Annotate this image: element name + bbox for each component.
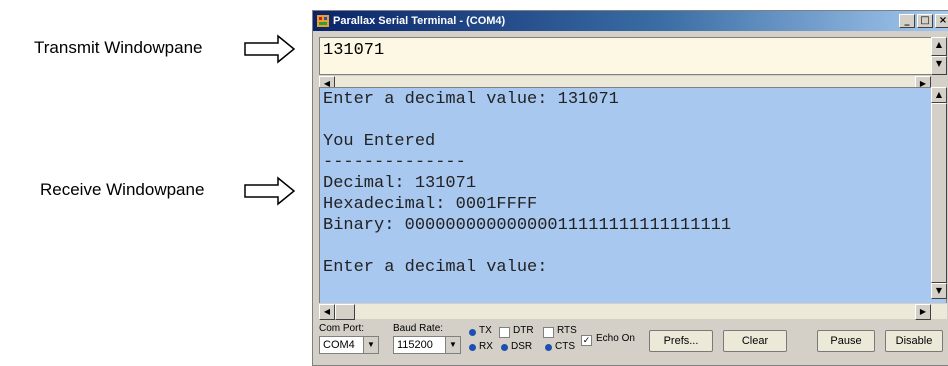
rts-label: RTS <box>557 325 577 336</box>
clear-button[interactable]: Clear <box>723 330 787 352</box>
parallax-app-icon <box>317 15 329 27</box>
scroll-up-icon[interactable]: ▲ <box>931 87 947 103</box>
receive-vscrollbar[interactable]: ▲ ▼ <box>931 87 947 299</box>
baud-rate-select[interactable]: 115200 ▼ <box>393 336 461 354</box>
receive-line: You Entered <box>323 132 436 151</box>
scroll-thumb[interactable] <box>931 103 947 283</box>
chevron-down-icon[interactable]: ▼ <box>445 337 460 353</box>
window-title: Parallax Serial Terminal - (COM4) <box>333 15 506 27</box>
com-port-select[interactable]: COM4 ▼ <box>319 336 379 354</box>
receive-line: Enter a decimal value: 131071 <box>323 90 619 109</box>
baud-rate-value: 115200 <box>397 339 433 351</box>
receive-windowpane-label: Receive Windowpane <box>40 180 205 199</box>
chevron-down-icon[interactable]: ▼ <box>363 337 378 353</box>
close-button[interactable]: × <box>935 14 948 28</box>
rx-led-icon <box>469 344 476 351</box>
cts-label: CTS <box>555 341 575 352</box>
receive-line: Decimal: 131071 <box>323 174 477 193</box>
receive-line: Hexadecimal: 0001FFFF <box>323 195 538 214</box>
transmit-text[interactable]: 131071 <box>323 41 384 60</box>
serial-terminal-window: Parallax Serial Terminal - (COM4) _ □ × … <box>312 10 948 366</box>
scroll-right-icon[interactable]: ▶ <box>915 304 931 320</box>
rx-label: RX <box>479 341 493 352</box>
com-port-label: Com Port: <box>319 323 365 334</box>
scroll-up-icon[interactable]: ▲ <box>931 37 947 56</box>
scroll-thumb[interactable] <box>335 304 355 320</box>
dsr-led-icon <box>501 344 508 351</box>
baud-rate-label: Baud Rate: <box>393 323 444 334</box>
transmit-arrow-icon <box>244 34 296 64</box>
receive-hscrollbar[interactable]: ◀ ▶ <box>319 303 947 320</box>
receive-pane[interactable]: Enter a decimal value: 131071 You Entere… <box>319 87 947 319</box>
echo-on-label: Echo On <box>596 333 635 344</box>
tx-label: TX <box>479 325 492 336</box>
scroll-down-icon[interactable]: ▼ <box>931 283 947 299</box>
pause-button[interactable]: Pause <box>817 330 875 352</box>
echo-on-checkbox[interactable]: ✓ <box>581 335 592 346</box>
receive-line: -------------- <box>323 153 466 172</box>
transmit-windowpane-label: Transmit Windowpane <box>34 38 203 57</box>
title-bar[interactable]: Parallax Serial Terminal - (COM4) _ □ × <box>313 11 948 31</box>
scroll-left-icon[interactable]: ◀ <box>319 304 335 320</box>
prefs-button[interactable]: Prefs... <box>649 330 713 352</box>
receive-arrow-icon <box>244 176 296 206</box>
receive-line: Enter a decimal value: <box>323 258 548 277</box>
dsr-label: DSR <box>511 341 533 352</box>
transmit-pane[interactable]: 131071 <box>319 37 947 75</box>
rts-checkbox[interactable] <box>543 327 554 338</box>
tx-led-icon <box>469 329 476 336</box>
receive-line: Binary: 00000000000000011111111111111111 <box>323 216 732 235</box>
scroll-down-icon[interactable]: ▼ <box>931 56 947 75</box>
disable-button[interactable]: Disable <box>885 330 943 352</box>
transmit-vscrollbar[interactable]: ▲ ▼ <box>931 37 947 75</box>
minimize-button[interactable]: _ <box>899 14 915 28</box>
dtr-label: DTR <box>513 325 534 336</box>
cts-led-icon <box>545 344 552 351</box>
maximize-button[interactable]: □ <box>917 14 933 28</box>
com-port-value: COM4 <box>323 339 355 351</box>
dtr-checkbox[interactable] <box>499 327 510 338</box>
